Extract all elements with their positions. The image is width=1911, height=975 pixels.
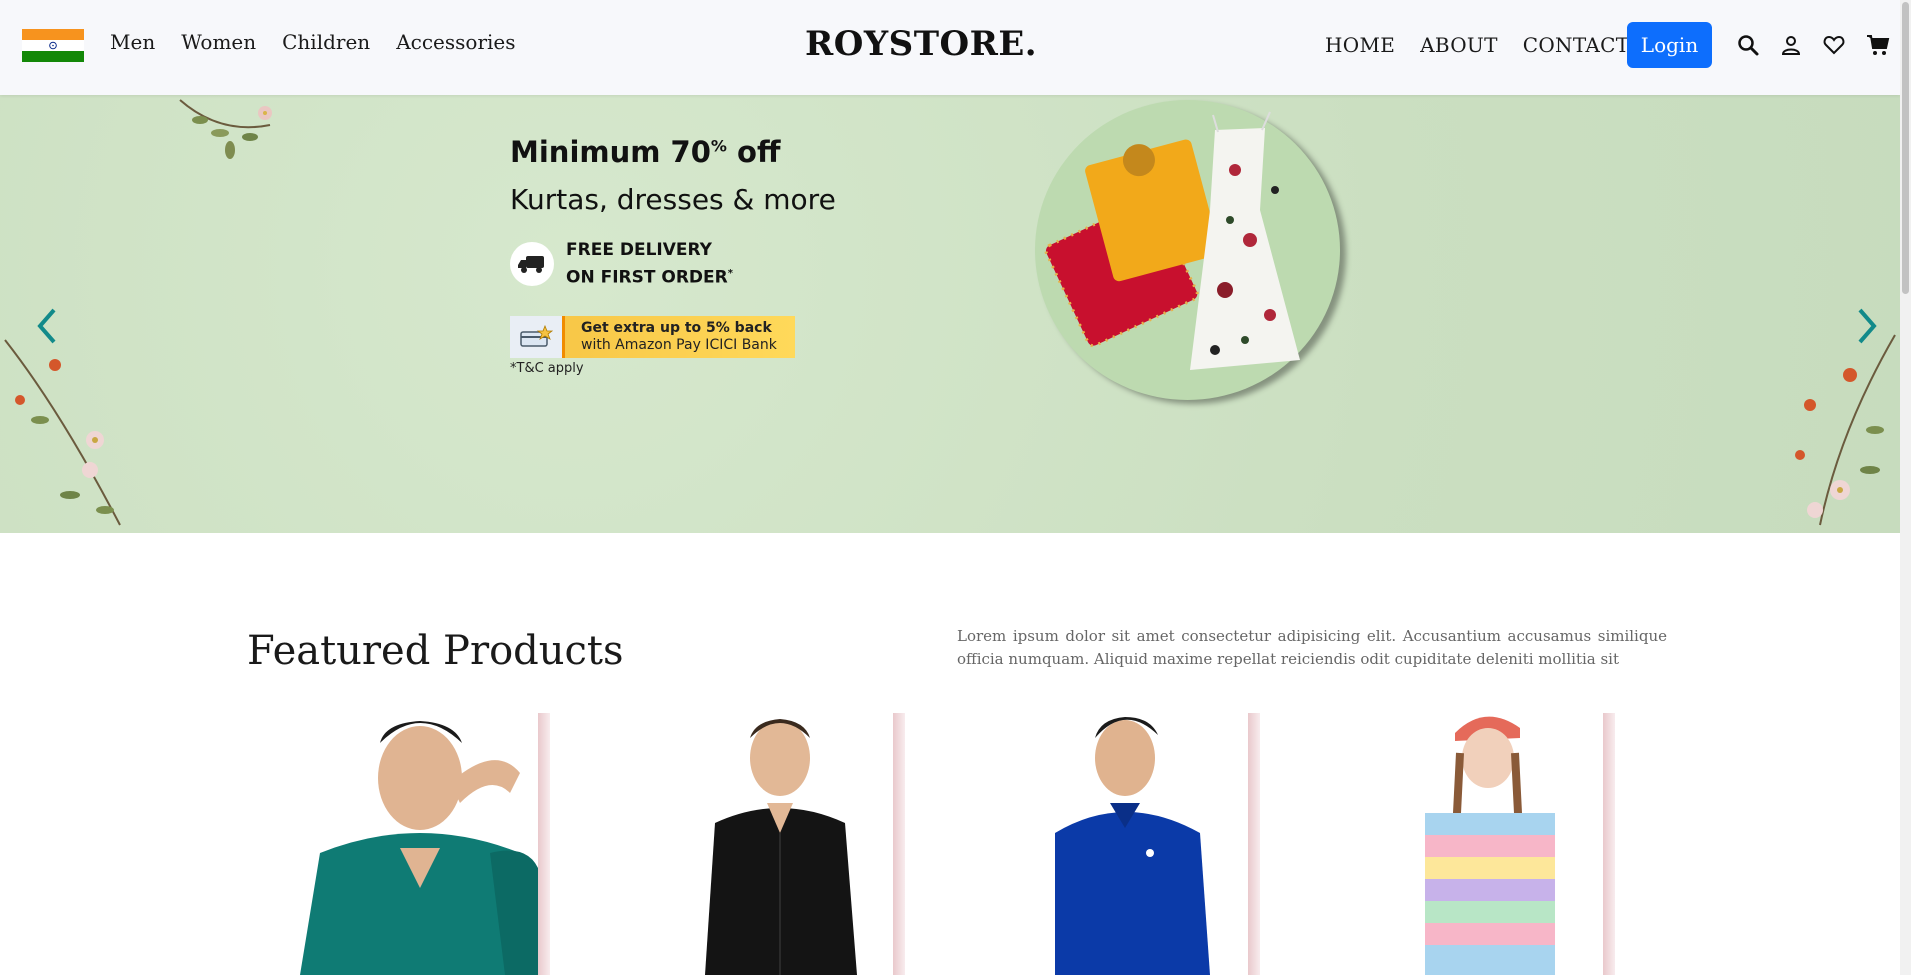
- floral-decoration-icon: [1795, 334, 1896, 526]
- heart-icon[interactable]: [1822, 33, 1846, 57]
- product-card[interactable]: [645, 703, 905, 975]
- hero-subtitle: Kurtas, dresses & more: [510, 183, 836, 216]
- product-card[interactable]: [1355, 703, 1615, 975]
- product-card[interactable]: [290, 703, 550, 975]
- floral-decoration-icon: [179, 99, 272, 159]
- floral-decoration-icon: [4, 339, 121, 526]
- top-navbar: Men Women Children Accessories ROYSTORE.…: [0, 0, 1900, 95]
- product-image[interactable]: [645, 703, 905, 975]
- carousel-next-icon[interactable]: [1848, 300, 1884, 352]
- featured-products-heading: Featured Products: [247, 628, 624, 674]
- carousel-prev-icon[interactable]: [30, 300, 66, 352]
- hero-title: Minimum 70% off: [510, 135, 781, 169]
- cashback-text: Get extra up to 5% back with Amazon Pay …: [581, 319, 777, 353]
- india-flag-icon[interactable]: [22, 29, 84, 62]
- nav-link-contact[interactable]: CONTACT: [1523, 33, 1630, 57]
- page-scrollbar[interactable]: [1900, 0, 1911, 975]
- user-icon[interactable]: [1779, 33, 1803, 57]
- free-delivery-badge: FREE DELIVERY ON FIRST ORDER*: [510, 238, 836, 290]
- login-button[interactable]: Login: [1627, 22, 1712, 68]
- product-card[interactable]: [1000, 703, 1260, 975]
- search-icon[interactable]: [1736, 33, 1760, 57]
- terms-note: *T&C apply: [510, 360, 584, 376]
- featured-products-description: Lorem ipsum dolor sit amet consectetur a…: [957, 627, 1667, 668]
- nav-link-accessories[interactable]: Accessories: [396, 30, 515, 54]
- cashback-offer-banner[interactable]: Get extra up to 5% back with Amazon Pay …: [510, 315, 795, 358]
- brand-logo[interactable]: ROYSTORE.: [805, 24, 1037, 64]
- product-image[interactable]: [1355, 703, 1615, 975]
- nav-link-men[interactable]: Men: [110, 30, 155, 54]
- nav-link-women[interactable]: Women: [181, 30, 256, 54]
- nav-link-about[interactable]: ABOUT: [1420, 33, 1498, 57]
- category-nav: Men Women Children Accessories: [110, 30, 516, 54]
- hero-content: Minimum 70% off Kurtas, dresses & more F…: [510, 135, 836, 376]
- nav-link-home[interactable]: HOME: [1325, 33, 1395, 57]
- product-image[interactable]: [1000, 703, 1260, 975]
- hero-product-image: [1035, 100, 1340, 400]
- product-image[interactable]: [290, 703, 550, 975]
- truck-icon: [510, 241, 554, 286]
- main-nav: HOME ABOUT CONTACT: [1325, 33, 1629, 57]
- scrollbar-thumb[interactable]: [1902, 2, 1909, 294]
- cart-icon[interactable]: [1866, 33, 1890, 57]
- nav-link-children[interactable]: Children: [282, 30, 370, 54]
- delivery-text: FREE DELIVERY ON FIRST ORDER*: [566, 240, 733, 288]
- hero-carousel: Minimum 70% off Kurtas, dresses & more F…: [0, 95, 1900, 533]
- card-icon: [510, 315, 565, 358]
